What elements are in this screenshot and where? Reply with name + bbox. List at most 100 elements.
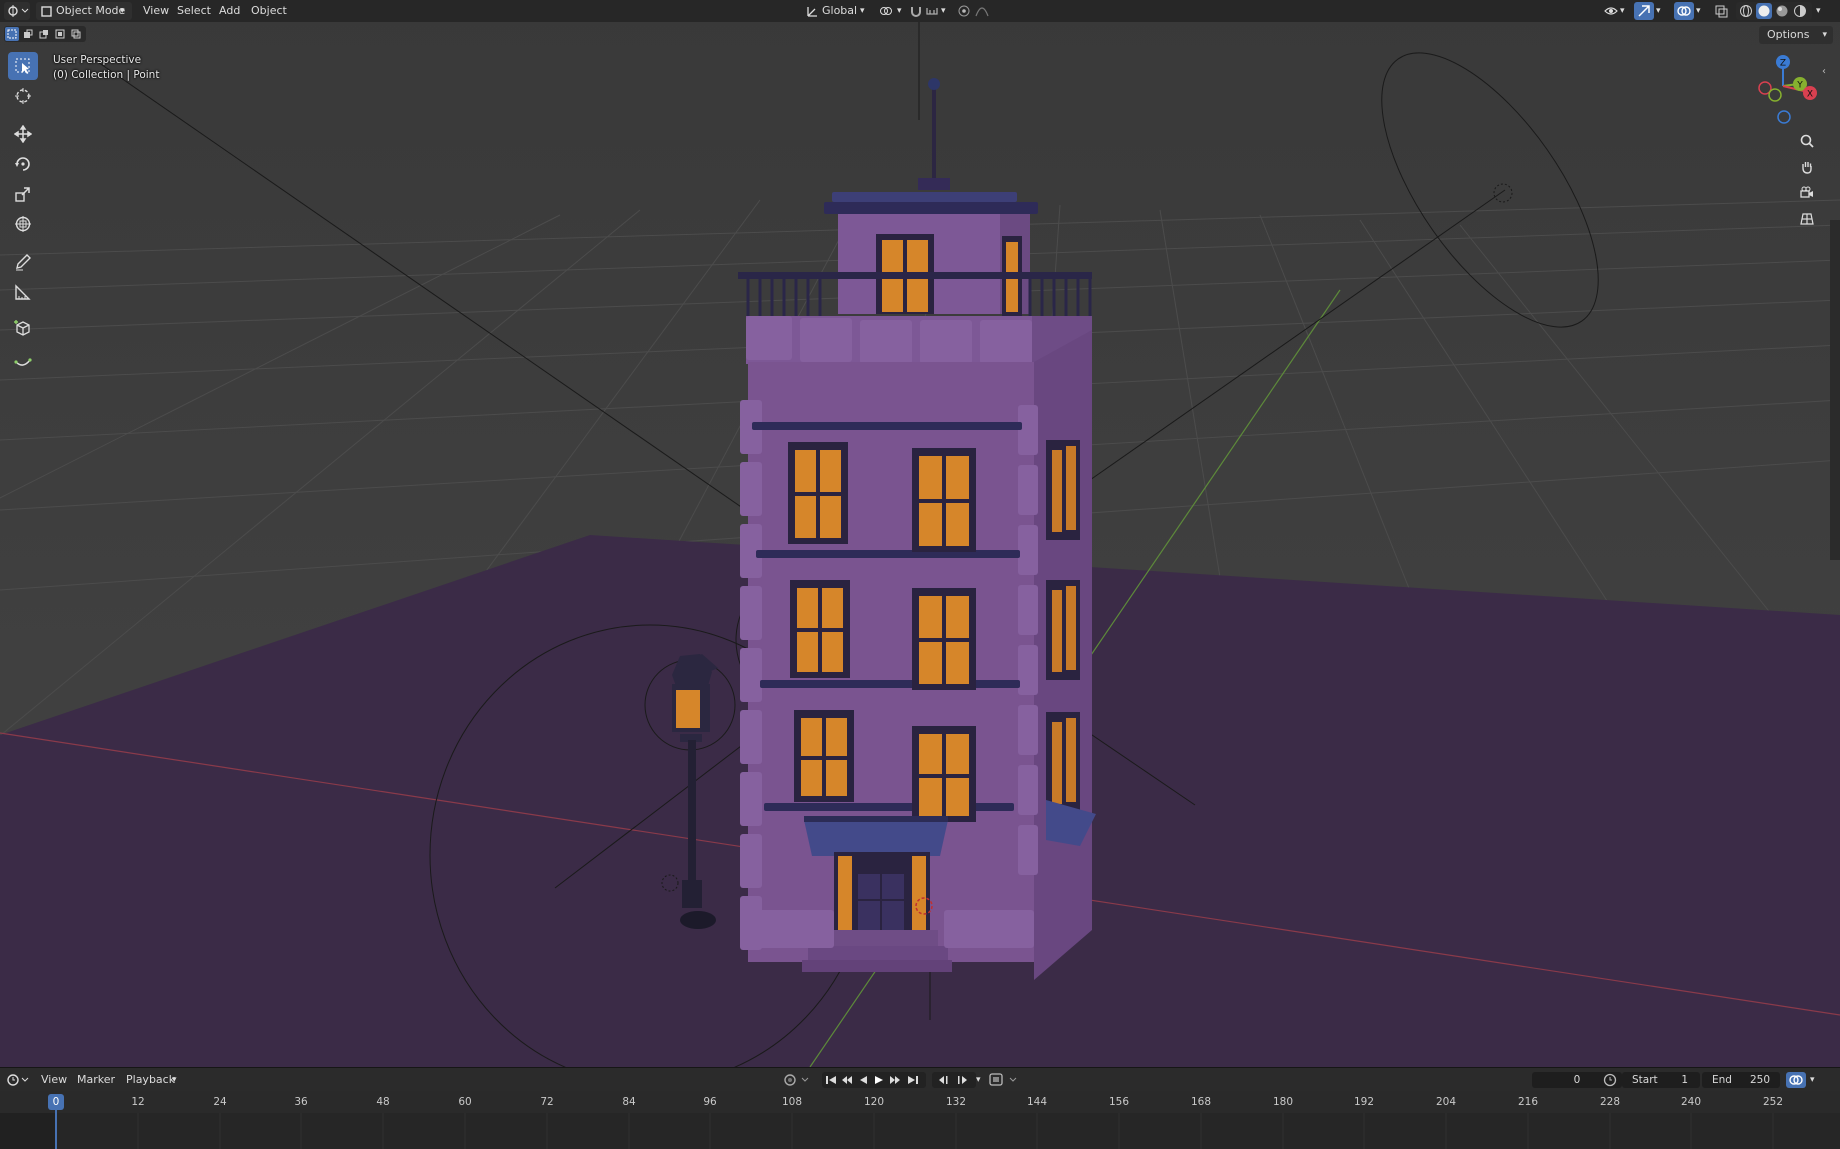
chevron-down-icon: ▾ [1620,6,1625,16]
mode-selector[interactable]: Object Mode ▾ [36,2,132,20]
chevron-down-icon: ▾ [941,6,946,16]
end-value: 250 [1749,1074,1770,1086]
playback-controls [822,1072,926,1088]
ruler-tick: 96 [703,1096,717,1108]
3d-viewport[interactable]: User Perspective (0) Collection | Point … [0,0,1840,1067]
tool-shelf [4,52,38,376]
editor-type-button[interactable] [4,2,30,20]
jump-keyframe-forward-icon[interactable] [888,1073,902,1087]
ruler-tick: 168 [1190,1096,1212,1108]
xray-icon [1714,4,1728,18]
solid-shading-icon[interactable] [1756,3,1772,19]
rendered-shading-icon[interactable] [1792,3,1808,19]
eye-select-icon [1604,4,1618,18]
selection-mode-group [4,26,86,42]
next-keyframe-icon[interactable] [954,1073,972,1087]
chevron-down-icon[interactable]: ▾ [976,1071,981,1089]
options-dropdown[interactable]: Options ▾ [1759,26,1833,44]
object-mode-icon [40,5,52,17]
menu-add[interactable]: Add [219,2,240,20]
ruler-tick: 228 [1599,1096,1621,1108]
playhead-handle[interactable]: 0 [48,1094,64,1110]
ruler-tick: 132 [945,1096,967,1108]
ruler-tick: 120 [863,1096,885,1108]
sidebar-tab-strip[interactable] [1830,220,1840,560]
proportional-editing-toggle[interactable] [957,2,997,20]
view-overlays-icon[interactable] [1786,1072,1806,1088]
ruler-tick: 204 [1435,1096,1457,1108]
annotate-tool-icon[interactable] [8,248,38,276]
overlays-toggle[interactable] [1674,2,1694,20]
add-cube-tool-icon[interactable] [8,314,38,342]
chevron-down-icon[interactable]: ▾ [1696,2,1701,20]
chevron-down-icon: ▾ [120,6,125,16]
ruler-tick: 216 [1517,1096,1539,1108]
select-extend-icon[interactable] [21,27,35,41]
timeline-menu-marker[interactable]: Marker [77,1071,115,1089]
preview-range-icon[interactable] [1602,1072,1618,1088]
select-new-icon[interactable] [5,27,19,41]
timeline-ruler[interactable]: 12 24 36 48 60 72 84 96 108 120 132 144 … [0,1091,1840,1149]
overlays-icon [1677,4,1691,18]
jump-start-icon[interactable] [824,1073,838,1087]
timeline-editor-type-button[interactable] [4,1071,30,1089]
pivot-point-dropdown[interactable]: ▾ [877,2,907,20]
ruler-tick: 24 [213,1096,227,1108]
ortho-grid-icon[interactable] [1796,208,1818,230]
material-shading-icon[interactable] [1774,3,1790,19]
chevron-down-icon[interactable]: ▾ [1810,1071,1815,1089]
menu-select[interactable]: Select [177,2,211,20]
snap-toggle[interactable]: ▾ [909,2,949,20]
gizmo-icon [1637,4,1651,18]
zoom-icon[interactable] [1796,130,1818,152]
timeline-menu-view[interactable]: View [41,1071,67,1089]
navigation-gizmo[interactable]: Z Y X [1748,52,1824,128]
ruler-tick: 192 [1353,1096,1375,1108]
transform-tool-icon[interactable] [8,210,38,238]
measure-tool-icon[interactable] [8,278,38,306]
start-label: Start [1632,1074,1658,1086]
menu-view[interactable]: View [143,2,169,20]
select-invert-icon[interactable] [53,27,67,41]
select-box-icon[interactable] [8,52,38,80]
ruler-tick: 72 [540,1096,554,1108]
transform-orientation-dropdown[interactable]: Global ▾ [804,2,870,20]
visibility-dropdown[interactable]: ▾ [1602,2,1628,20]
jump-end-icon[interactable] [906,1073,920,1087]
ruler-tick: 84 [622,1096,636,1108]
proportional-icon [957,4,971,18]
gizmo-toggle[interactable] [1634,2,1654,20]
play-icon[interactable] [872,1073,886,1087]
scale-tool-icon[interactable] [8,180,38,208]
select-intersect-icon[interactable] [69,27,83,41]
rotate-tool-icon[interactable] [8,150,38,178]
xray-toggle[interactable] [1712,2,1730,20]
move-tool-icon[interactable] [8,120,38,148]
ruler-tick: 108 [781,1096,803,1108]
falloff-icon [975,4,989,18]
ruler-tick: 252 [1762,1096,1784,1108]
playback-dropdown[interactable]: Playback ▾ [121,1071,183,1089]
keying-set-toggle[interactable] [988,1072,1020,1088]
wireframe-shading-icon[interactable] [1738,3,1754,19]
auto-keying-toggle[interactable] [782,1072,812,1088]
start-frame-field[interactable]: Start 1 [1622,1072,1700,1088]
chevron-down-icon: ▾ [897,6,902,16]
play-reverse-icon[interactable] [856,1073,870,1087]
sidebar-expand-icon[interactable]: ‹ [1822,66,1832,80]
camera-view-icon[interactable] [1796,182,1818,204]
ruler-tick: 48 [376,1096,390,1108]
timeline-header: View Marker Playback ▾ ▾ 0 Start 1 End 2… [0,1067,1840,1092]
prev-keyframe-icon[interactable] [934,1073,952,1087]
pan-hand-icon[interactable] [1796,156,1818,178]
select-subtract-icon[interactable] [37,27,51,41]
chevron-down-icon[interactable]: ▾ [1656,2,1661,20]
curve-tool-icon[interactable] [8,348,38,376]
menu-object[interactable]: Object [251,2,287,20]
ruler-tick: 180 [1272,1096,1294,1108]
chevron-down-icon[interactable]: ▾ [1816,2,1821,20]
options-label: Options [1767,28,1810,41]
jump-keyframe-back-icon[interactable] [840,1073,854,1087]
end-frame-field[interactable]: End 250 [1702,1072,1780,1088]
cursor-tool-icon[interactable] [8,82,38,110]
